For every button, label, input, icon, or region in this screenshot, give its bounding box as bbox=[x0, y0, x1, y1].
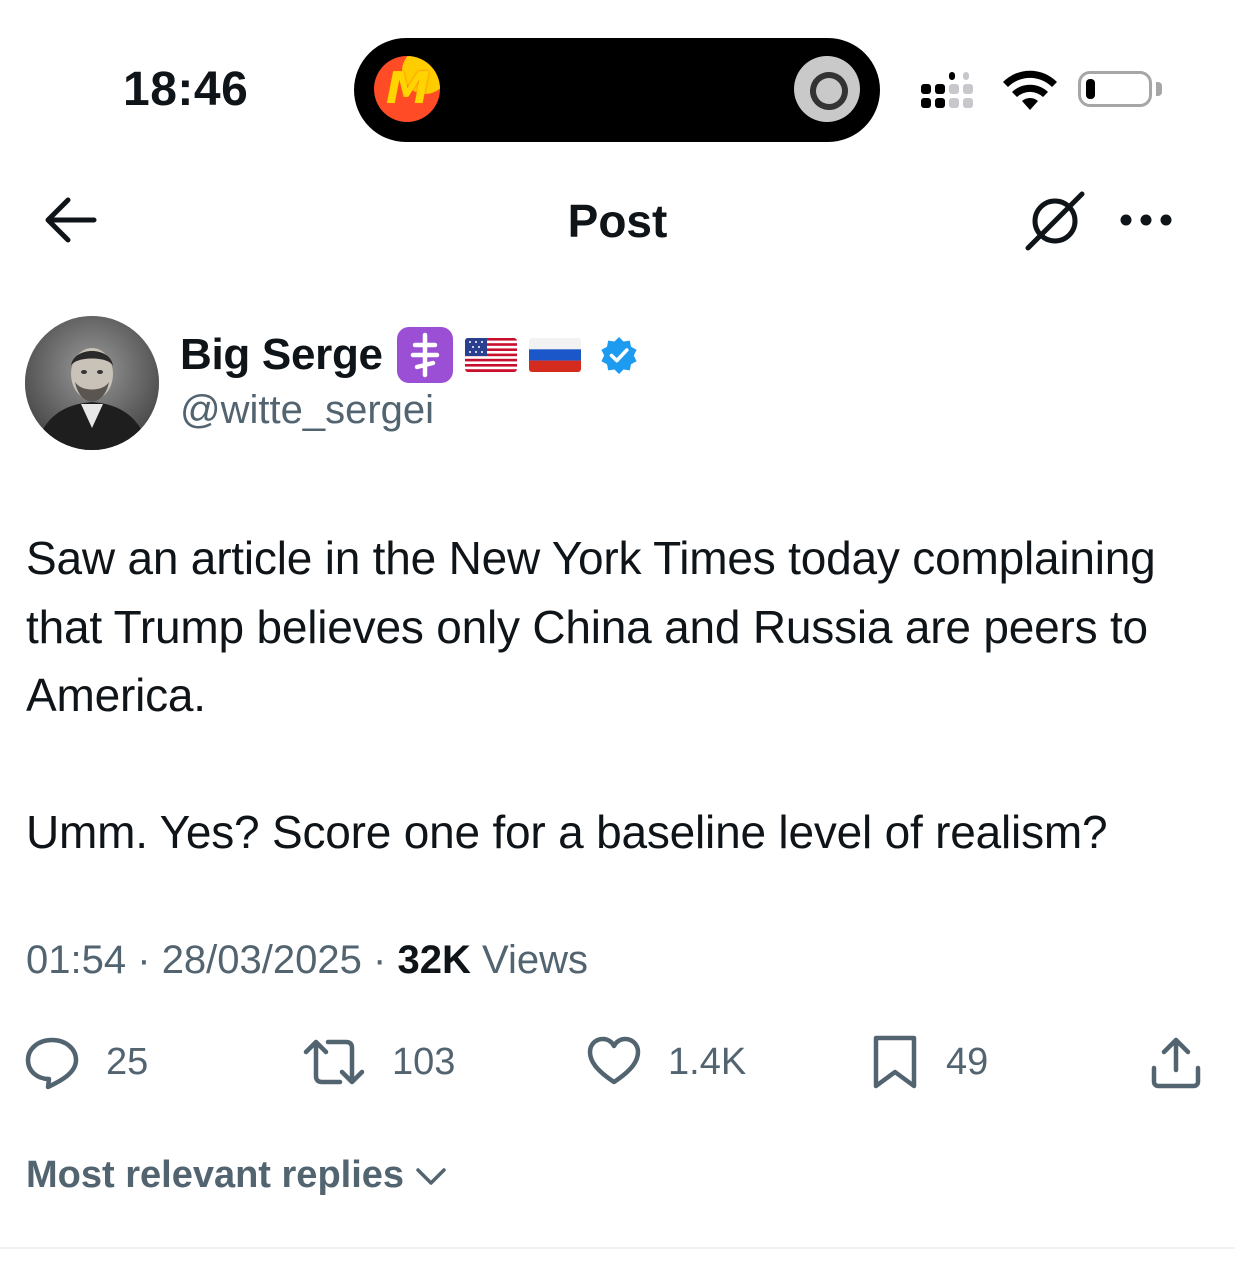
replies-sort-label: Most relevant replies bbox=[26, 1154, 405, 1196]
dynamic-island[interactable]: M bbox=[354, 38, 880, 142]
reply-button[interactable]: 25 bbox=[24, 1034, 148, 1090]
meta-separator: · bbox=[137, 938, 151, 982]
avatar[interactable] bbox=[25, 316, 159, 450]
bookmark-count: 49 bbox=[946, 1040, 989, 1083]
post-meta: 01:54 · 28/03/2025 · 32K Views bbox=[26, 938, 588, 983]
bookmark-button[interactable]: 49 bbox=[870, 1034, 988, 1090]
battery-cap bbox=[1156, 82, 1162, 96]
author-display-name[interactable]: Big Serge bbox=[180, 330, 383, 380]
views-count[interactable]: 32K bbox=[397, 938, 470, 982]
post-screen: 18:46 M Post Big Serge @witte_sergei Saw… bbox=[0, 0, 1235, 1280]
like-count: 1.4K bbox=[668, 1040, 747, 1083]
status-time: 18:46 bbox=[123, 63, 249, 116]
bookmark-icon bbox=[873, 1035, 917, 1089]
chevron-down-icon bbox=[416, 1167, 446, 1185]
reply-icon bbox=[25, 1037, 79, 1090]
back-button[interactable] bbox=[38, 192, 102, 248]
post-date: 28/03/2025 bbox=[161, 938, 362, 982]
divider bbox=[0, 1247, 1235, 1249]
grok-icon[interactable] bbox=[1020, 188, 1090, 254]
heart-icon bbox=[587, 1036, 641, 1085]
repost-count: 103 bbox=[392, 1040, 456, 1083]
orthodox-cross-emoji-icon bbox=[396, 327, 453, 383]
reply-count: 25 bbox=[106, 1040, 149, 1083]
post-text: Saw an article in the New York Times tod… bbox=[26, 532, 1156, 858]
activity-status-icon bbox=[794, 56, 860, 122]
replies-sort-dropdown[interactable]: Most relevant replies bbox=[26, 1154, 448, 1197]
author-name-row[interactable]: Big Serge bbox=[180, 326, 639, 384]
battery-level bbox=[1086, 79, 1095, 99]
views-label[interactable]: Views bbox=[482, 938, 588, 982]
verified-badge-icon[interactable] bbox=[599, 335, 639, 375]
repost-icon bbox=[303, 1039, 365, 1085]
app-activity-icon: M bbox=[374, 56, 440, 122]
like-button[interactable]: 1.4K bbox=[586, 1034, 746, 1090]
share-icon bbox=[1151, 1037, 1201, 1089]
repost-button[interactable]: 103 bbox=[302, 1034, 455, 1090]
us-flag-emoji-icon bbox=[464, 338, 517, 372]
cellular-signal-icon bbox=[921, 72, 983, 112]
meta-separator: · bbox=[373, 938, 387, 982]
more-options-icon[interactable] bbox=[1114, 200, 1178, 240]
share-button[interactable] bbox=[1148, 1034, 1204, 1090]
post-time: 01:54 bbox=[26, 938, 127, 982]
author-handle[interactable]: @witte_sergei bbox=[180, 388, 434, 433]
russia-flag-emoji-icon bbox=[528, 338, 581, 372]
wifi-icon bbox=[1003, 70, 1057, 110]
battery-icon bbox=[1078, 71, 1152, 107]
